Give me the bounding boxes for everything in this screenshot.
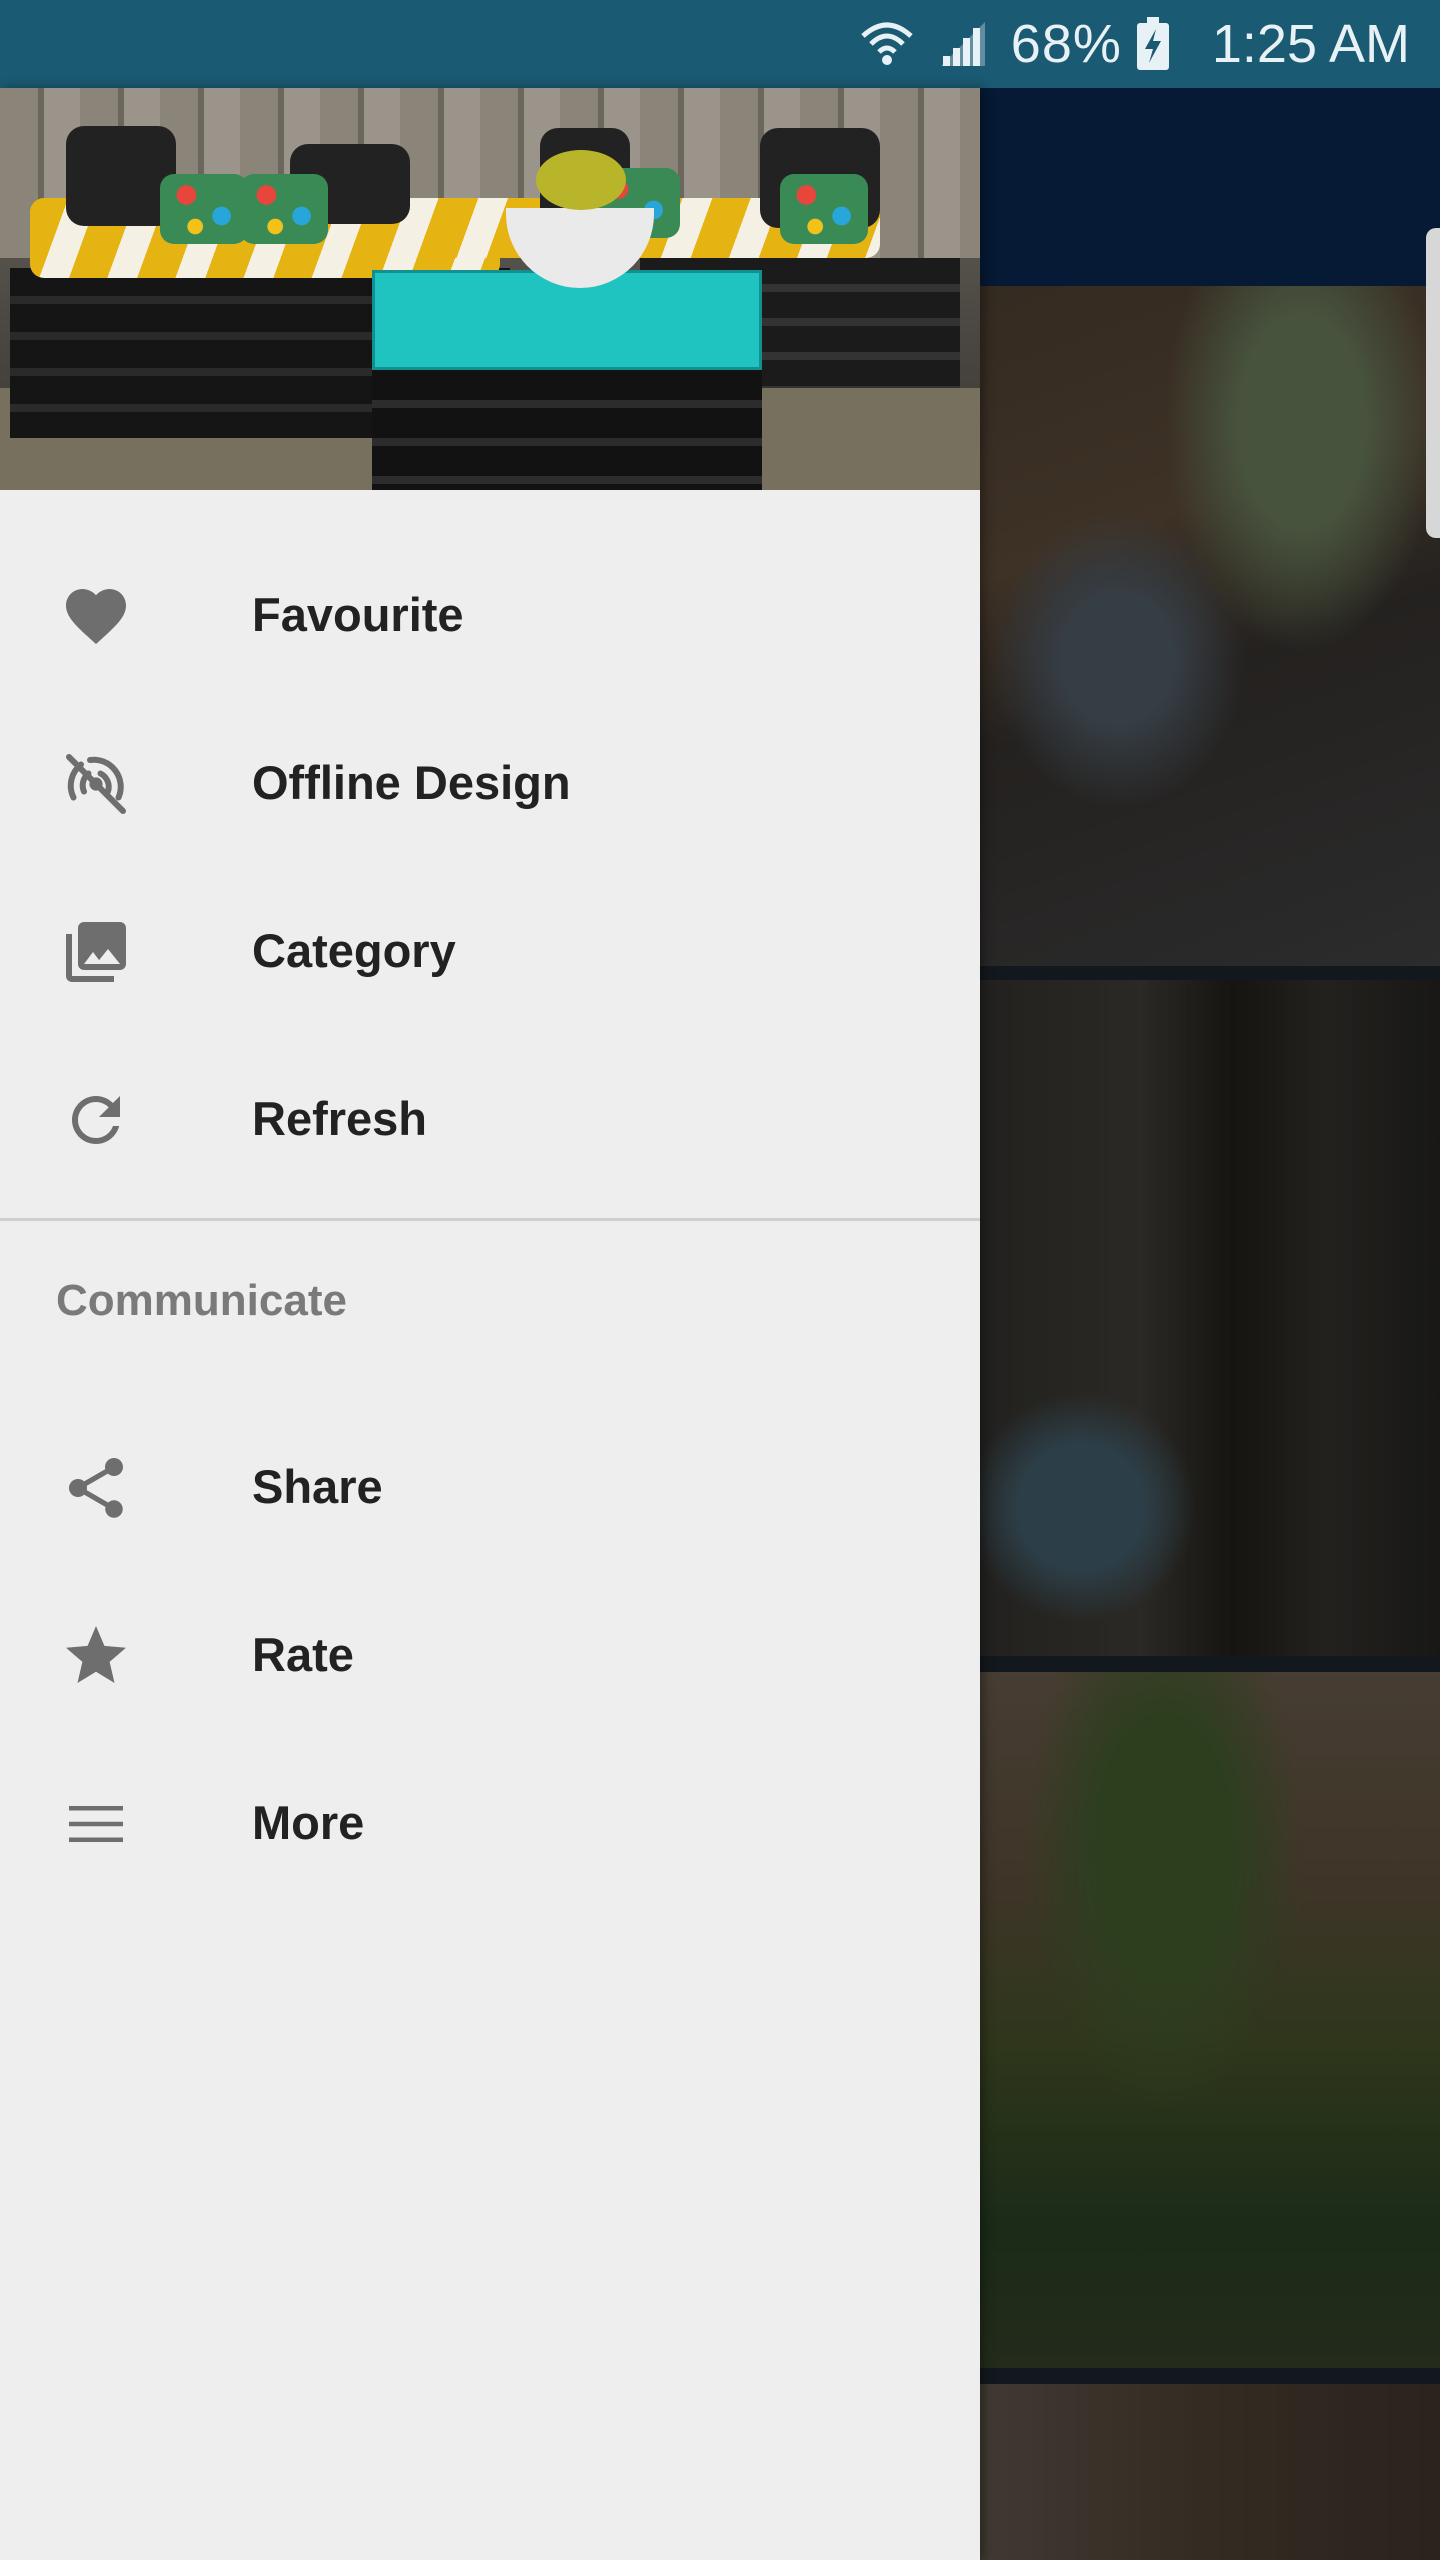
share-icon <box>60 1452 132 1524</box>
menu-item-share[interactable]: Share <box>0 1406 980 1566</box>
menu-divider <box>0 1218 980 1221</box>
menu-lines-icon <box>60 1788 132 1860</box>
signal-icon <box>937 18 989 70</box>
navigation-drawer: Favourite Offline Design Category Refres… <box>0 88 980 2560</box>
battery-charging-icon <box>1136 17 1170 71</box>
drawer-header-image <box>0 88 980 490</box>
menu-label: Category <box>252 923 456 977</box>
clock: 1:25 AM <box>1211 14 1410 74</box>
menu-label: Offline Design <box>252 755 571 809</box>
battery-percent: 68% <box>1010 14 1122 74</box>
offline-icon <box>60 748 132 820</box>
menu-label: Share <box>252 1459 383 1513</box>
menu-label: Rate <box>252 1627 354 1681</box>
menu-label: More <box>252 1795 365 1849</box>
menu-item-more[interactable]: More <box>0 1742 980 1902</box>
star-icon <box>60 1620 132 1692</box>
menu-item-category[interactable]: Category <box>0 870 980 1030</box>
wifi-icon <box>859 18 915 70</box>
edge-panel-handle[interactable] <box>1426 228 1440 538</box>
section-title-communicate: Communicate <box>56 1276 347 1325</box>
drawer-scrim[interactable] <box>980 88 1440 2560</box>
menu-label: Refresh <box>252 1091 428 1145</box>
menu-item-offline-design[interactable]: Offline Design <box>0 702 980 862</box>
photo-library-icon <box>60 916 132 988</box>
menu-label: Favourite <box>252 587 464 641</box>
menu-item-refresh[interactable]: Refresh <box>0 1038 980 1198</box>
refresh-icon <box>60 1084 132 1156</box>
menu-item-favourite[interactable]: Favourite <box>0 534 980 694</box>
status-bar: 68% 1:25 AM <box>0 0 1440 88</box>
menu-item-rate[interactable]: Rate <box>0 1574 980 1734</box>
heart-icon <box>60 580 132 652</box>
